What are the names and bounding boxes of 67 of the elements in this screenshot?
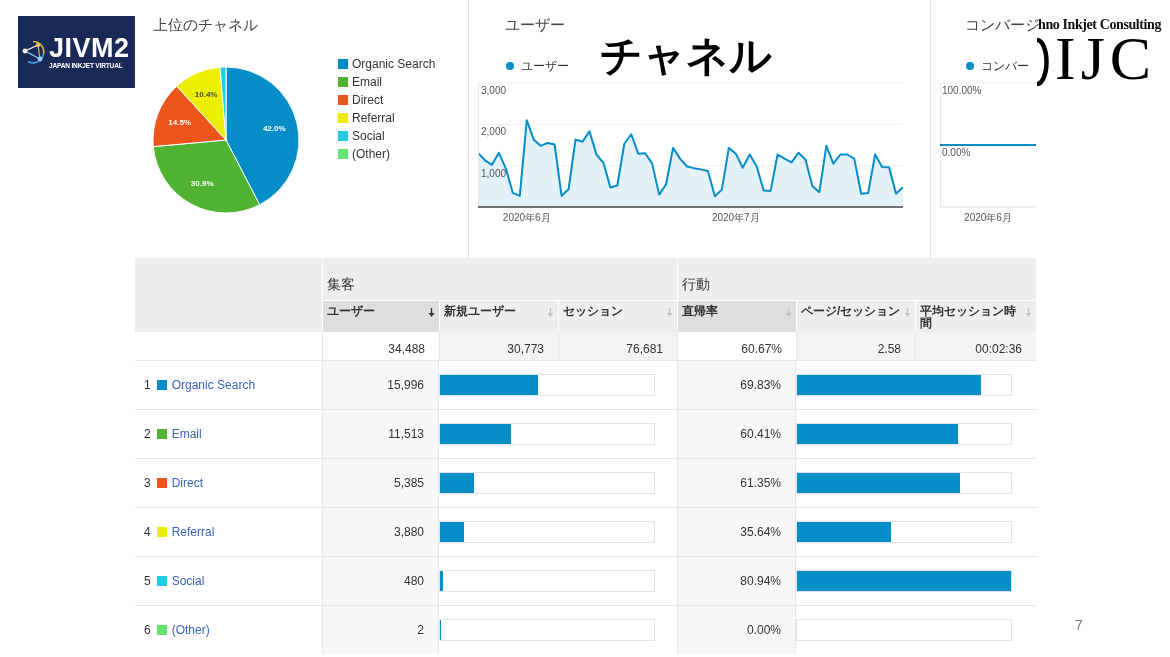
table-cell: 3,880 — [322, 507, 439, 556]
channel-link[interactable]: Social — [171, 574, 205, 588]
table-cell: 60.41% — [677, 409, 796, 458]
channel-link[interactable]: Organic Search — [171, 378, 256, 392]
legend-label: (Other) — [352, 146, 390, 162]
legend-label: コンバー — [981, 58, 1029, 74]
column-header[interactable]: ページ/セッション — [796, 300, 915, 332]
total-cell: 30,773 — [439, 332, 558, 360]
column-header[interactable]: 新規ユーザー — [439, 300, 558, 332]
slice-label: 42.0% — [262, 123, 286, 133]
row-number: 1 — [144, 378, 151, 392]
total-cell: 2.58 — [796, 332, 915, 360]
slide-title: チャネル — [600, 31, 772, 81]
table-cell: 0.00% — [677, 605, 796, 654]
column-header[interactable]: 平均セッション時間 — [915, 300, 1036, 332]
table-cell: 480 — [322, 556, 439, 605]
row-number: 4 — [144, 525, 151, 539]
legend-label: Social — [352, 128, 385, 144]
total-cell: 76,681 — [558, 332, 677, 360]
logo-tagline: hno Inkjet Consulting — [1038, 17, 1162, 33]
table-cell: 80.94% — [677, 556, 796, 605]
row-number: 2 — [144, 427, 151, 441]
panel-title: 上位のチャネル — [153, 16, 258, 35]
y-tick-label: 2,000 — [481, 126, 507, 138]
channel-link[interactable]: Email — [171, 427, 202, 441]
legend-label: Organic Search — [352, 56, 436, 72]
page-number: 7 — [1075, 617, 1083, 633]
y-tick-label: 100.00% — [942, 85, 982, 96]
table-cell: 35.64% — [677, 507, 796, 556]
x-tick-label: 2020年7月 — [711, 212, 760, 223]
table-cell: 11,513 — [322, 409, 439, 458]
row-number: 6 — [144, 623, 151, 637]
slice-label: 14.5% — [168, 117, 192, 127]
slice-label: 10.4% — [194, 90, 218, 99]
row-number: 3 — [144, 476, 151, 490]
panel-title: コンバージ — [965, 16, 1040, 35]
group-header: 集客 — [322, 258, 677, 300]
table-cell: 69.83% — [677, 360, 796, 409]
sort-arrow-icon[interactable] — [428, 308, 435, 317]
logo-title: JIVM2 — [49, 34, 130, 62]
legend-label: Referral — [352, 110, 395, 126]
table-cell: 61.35% — [677, 458, 796, 507]
logo-letters: IJC — [1055, 34, 1157, 82]
group-header: 行動 — [677, 258, 1036, 300]
table-cell: 2 — [322, 605, 439, 654]
row-number: 5 — [144, 574, 151, 588]
channel-link[interactable]: (Other) — [171, 623, 210, 637]
channel-link[interactable]: Direct — [171, 476, 204, 490]
column-header[interactable]: セッション — [558, 300, 677, 332]
legend-label: ユーザー — [521, 58, 569, 74]
x-tick-label: 2020年6月 — [964, 212, 1012, 223]
legend-label: Direct — [352, 92, 384, 108]
legend-label: Email — [352, 74, 382, 90]
slice-label: 30.9% — [190, 179, 214, 189]
network-logo-icon — [22, 39, 46, 65]
column-header[interactable]: 直帰率 — [677, 300, 796, 332]
y-tick-label: 3,000 — [481, 85, 507, 96]
y-tick-label: 0.00% — [942, 147, 971, 158]
x-tick-label: 2020年6月 — [502, 212, 551, 223]
panel-title: ユーザー — [505, 16, 565, 35]
table-cell: 5,385 — [322, 458, 439, 507]
logo-arc-icon — [1036, 38, 1051, 86]
y-tick-label: 1,000 — [481, 167, 507, 179]
table-cell: 15,996 — [322, 360, 439, 409]
column-header[interactable]: ユーザー — [322, 300, 439, 332]
total-cell: 00:02:36 — [915, 332, 1036, 360]
channel-link[interactable]: Referral — [171, 525, 215, 539]
